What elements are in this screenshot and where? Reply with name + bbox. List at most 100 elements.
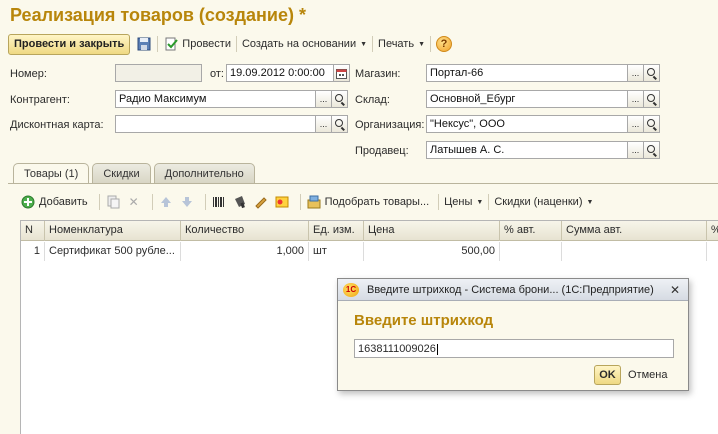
toolbar-separator — [488, 194, 490, 210]
toolbar-separator — [235, 36, 237, 52]
add-button[interactable]: Добавить — [20, 194, 88, 210]
magnifier-icon — [646, 94, 655, 102]
prices-menu[interactable]: Цены ▼ — [444, 196, 483, 208]
certificate-icon[interactable] — [274, 194, 290, 210]
table-row[interactable]: 1 Сертификат 500 рубле... 1,000 шт 500,0… — [21, 242, 718, 261]
discounts-menu[interactable]: Скидки (наценки) ▼ — [494, 196, 593, 208]
toolbar-separator — [151, 194, 153, 210]
column-header-auto-sum[interactable]: Сумма авт. — [562, 221, 707, 241]
number-label: Номер: — [10, 68, 47, 80]
discount-card-label: Дисконтная карта: — [10, 119, 104, 131]
help-icon[interactable]: ? — [436, 36, 453, 52]
toolbar-separator — [204, 194, 206, 210]
cancel-button[interactable]: Отмена — [628, 369, 667, 381]
column-header-auto-percent[interactable]: % авт. — [500, 221, 562, 241]
close-icon[interactable]: ✕ — [670, 283, 680, 297]
cell-auto-percent[interactable] — [500, 242, 562, 261]
dialog-heading: Введите штрихкод — [354, 312, 494, 329]
calendar-button[interactable] — [334, 64, 350, 82]
ok-button[interactable]: OK — [594, 365, 621, 385]
number-field[interactable] — [115, 64, 202, 82]
cell-n[interactable]: 1 — [21, 242, 45, 261]
dialog-title: Введите штрихкод - Система брони... (1С:… — [367, 283, 654, 296]
toolbar-separator — [438, 194, 440, 210]
store-label: Магазин: — [355, 68, 401, 80]
seller-open-button[interactable] — [644, 141, 660, 159]
delete-icon[interactable]: ✕ — [126, 194, 142, 210]
organization-open-button[interactable] — [644, 115, 660, 133]
seller-label: Продавец: — [355, 145, 409, 157]
copy-icon[interactable] — [105, 194, 121, 210]
pick-goods-label: Подобрать товары... — [324, 196, 430, 208]
post-button[interactable]: Провести — [163, 36, 231, 52]
pick-goods-button[interactable]: Подобрать товары... — [306, 194, 430, 210]
column-header-quantity[interactable]: Количество — [181, 221, 309, 241]
card-reader-icon[interactable] — [253, 194, 269, 210]
date-label: от: — [210, 68, 224, 80]
cell-nomenclature[interactable]: Сертификат 500 рубле... — [45, 242, 181, 261]
seller-select-button[interactable]: ... — [628, 141, 644, 159]
chevron-down-icon: ▼ — [476, 198, 484, 206]
column-header-n[interactable]: N — [21, 221, 45, 241]
seller-field[interactable]: Латышев А. С. — [426, 141, 628, 159]
move-down-icon[interactable] — [179, 194, 195, 210]
warehouse-field[interactable]: Основной_Ебург — [426, 90, 628, 108]
discount-card-open-button[interactable] — [332, 115, 348, 133]
print-menu[interactable]: Печать ▼ — [378, 38, 425, 50]
store-field[interactable]: Портал-66 — [426, 64, 628, 82]
column-header-unit[interactable]: Ед. изм. — [309, 221, 364, 241]
create-based-label: Создать на основании — [241, 38, 357, 50]
pick-goods-icon — [306, 194, 322, 210]
column-header-nomenclature[interactable]: Номенклатура — [45, 221, 181, 241]
barcode-icon[interactable] — [211, 194, 227, 210]
scanner-icon[interactable] — [232, 194, 248, 210]
save-icon[interactable] — [136, 36, 152, 52]
column-header-price[interactable]: Цена — [364, 221, 500, 241]
main-toolbar: Провести и закрыть Провести Создать на о… — [8, 33, 453, 55]
barcode-value: 1638111009026 — [358, 343, 436, 355]
store-open-button[interactable] — [644, 64, 660, 82]
toolbar-separator — [430, 36, 432, 52]
barcode-input[interactable]: 1638111009026 — [354, 339, 674, 358]
prices-label: Цены — [444, 196, 473, 208]
add-label: Добавить — [39, 196, 88, 208]
cell-unit[interactable]: шт — [309, 242, 364, 261]
cell-price[interactable]: 500,00 — [364, 242, 500, 261]
toolbar-separator — [98, 194, 100, 210]
post-and-close-button[interactable]: Провести и закрыть — [8, 33, 131, 55]
1c-logo-icon: 1С — [343, 282, 359, 297]
create-based-on-menu[interactable]: Создать на основании ▼ — [242, 38, 367, 50]
chevron-down-icon: ▼ — [586, 198, 594, 206]
post-icon — [163, 36, 179, 52]
cell-quantity[interactable]: 1,000 — [181, 242, 309, 261]
dialog-title-bar[interactable]: 1С Введите штрихкод - Система брони... (… — [338, 279, 688, 301]
organization-label: Организация: — [355, 119, 425, 131]
table-header: N Номенклатура Количество Ед. изм. Цена … — [21, 221, 718, 241]
counterparty-select-button[interactable]: ... — [316, 90, 332, 108]
tab-discounts[interactable]: Скидки — [92, 163, 151, 183]
toolbar-separator — [372, 36, 374, 52]
counterparty-label: Контрагент: — [10, 94, 70, 106]
tab-additional[interactable]: Дополнительно — [153, 163, 255, 183]
print-label: Печать — [378, 38, 415, 50]
toolbar-separator — [157, 36, 159, 52]
tab-goods[interactable]: Товары (1) — [13, 163, 90, 184]
discount-card-select-button[interactable]: ... — [316, 115, 332, 133]
magnifier-icon — [646, 145, 655, 153]
page-title: Реализация товаров (создание) * — [10, 5, 306, 25]
text-caret — [436, 343, 438, 355]
counterparty-open-button[interactable] — [332, 90, 348, 108]
store-select-button[interactable]: ... — [628, 64, 644, 82]
cell-auto-sum[interactable] — [562, 242, 707, 261]
counterparty-field[interactable]: Радио Максимум — [115, 90, 316, 108]
toolbar-separator — [299, 194, 301, 210]
cell-percent[interactable] — [707, 242, 718, 261]
date-field[interactable]: 19.09.2012 0:00:00 — [226, 64, 334, 82]
move-up-icon[interactable] — [158, 194, 174, 210]
discount-card-field[interactable] — [115, 115, 316, 133]
organization-select-button[interactable]: ... — [628, 115, 644, 133]
organization-field[interactable]: "Нексус", ООО — [426, 115, 628, 133]
warehouse-select-button[interactable]: ... — [628, 90, 644, 108]
warehouse-open-button[interactable] — [644, 90, 660, 108]
column-header-percent[interactable]: % — [707, 221, 718, 241]
